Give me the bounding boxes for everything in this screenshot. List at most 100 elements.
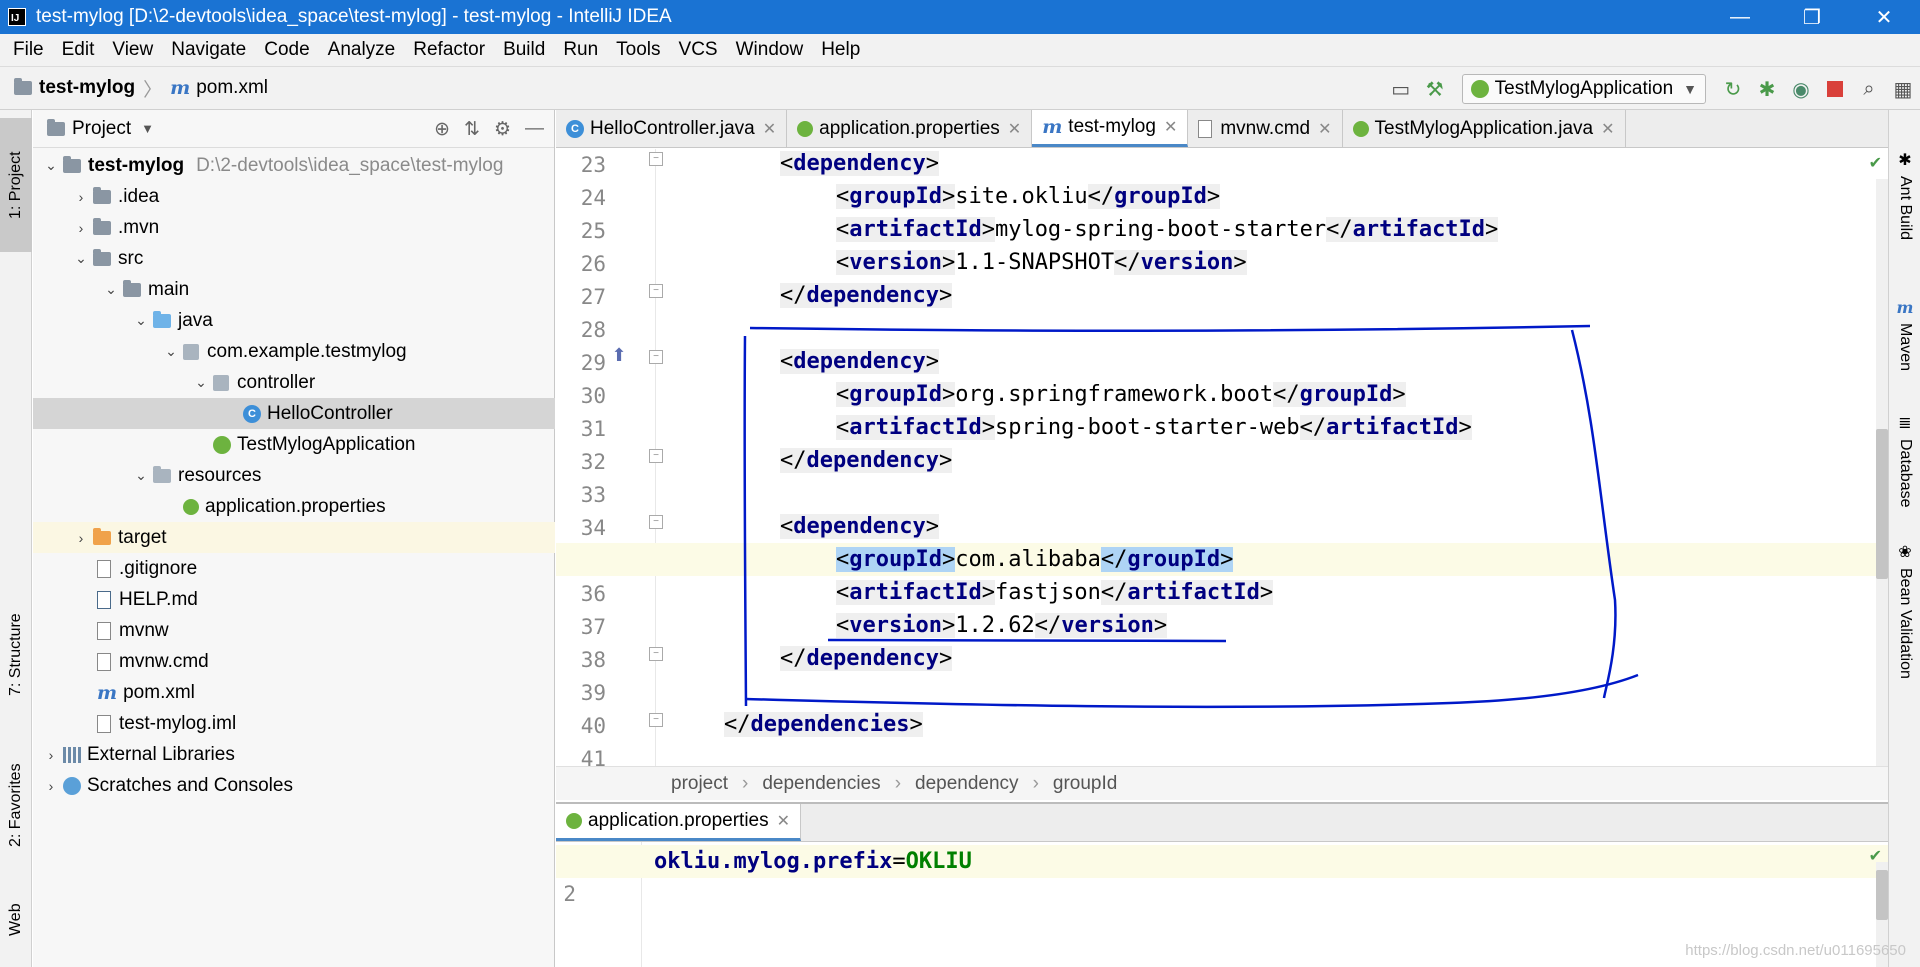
tree-item-root[interactable]: ⌄ test-mylog D:\2-devtools\idea_space\test… <box>33 150 555 181</box>
select-in-icon[interactable]: ▭ <box>1384 72 1418 106</box>
tree-item-iml[interactable]: test-mylog.iml <box>33 708 555 739</box>
tool-tab-maven[interactable]: m Maven <box>1889 280 1920 390</box>
tool-tab-favorites[interactable]: 2: Favorites <box>0 740 32 870</box>
close-tab-icon[interactable]: ✕ <box>1008 119 1021 139</box>
tree-item-mvnw[interactable]: mvnw <box>33 615 555 646</box>
chevron-right-icon[interactable]: › <box>69 189 93 205</box>
debug-icon[interactable]: ✱ <box>1750 72 1784 106</box>
menu-tools[interactable]: Tools <box>607 39 669 61</box>
tab-test-mylog[interactable]: m test-mylog ✕ <box>1032 110 1189 147</box>
code-line-38: </dependency> <box>780 646 953 671</box>
tool-tab-structure[interactable]: 7: Structure <box>0 590 32 720</box>
tree-item-mvn[interactable]: › .mvn <box>33 212 555 243</box>
menu-vcs[interactable]: VCS <box>670 39 727 61</box>
breadcrumb-item[interactable]: dependencies <box>762 773 880 795</box>
menu-view[interactable]: View <box>103 39 162 61</box>
restore-icon[interactable]: ❐ <box>1776 0 1848 34</box>
tree-item-target[interactable]: › target <box>33 522 555 553</box>
menu-help[interactable]: Help <box>812 39 869 61</box>
tree-item-controller[interactable]: ⌄ controller <box>33 367 555 398</box>
tree-item-java[interactable]: ⌄ java <box>33 305 555 336</box>
tab-application-properties[interactable]: application.properties ✕ <box>787 110 1033 147</box>
menu-analyze[interactable]: Analyze <box>319 39 405 61</box>
gear-icon[interactable]: ⚙ <box>494 118 511 141</box>
project-tool-window: Project ▼ ⊕ ⇅ ⚙ — ⌄ test-mylog D:\2-devtoo… <box>33 110 555 967</box>
menu-window[interactable]: Window <box>727 39 813 61</box>
tree-item-testmylogapplication[interactable]: TestMylogApplication <box>33 429 555 460</box>
tree-item-scratches[interactable]: › Scratches and Consoles <box>33 770 555 801</box>
chevron-right-icon[interactable]: › <box>39 778 63 794</box>
project-panel-title[interactable]: Project <box>72 118 131 140</box>
nav-project-crumb[interactable]: test-mylog <box>14 77 135 99</box>
chevron-down-icon[interactable]: ⌄ <box>159 343 183 360</box>
tree-item-pom-xml[interactable]: m pom.xml <box>33 677 555 708</box>
close-tab-icon[interactable]: ✕ <box>763 119 776 139</box>
tree-item-help-md[interactable]: HELP.md <box>33 584 555 615</box>
menu-file[interactable]: File <box>4 39 53 61</box>
chevron-down-icon[interactable]: ⌄ <box>129 312 153 329</box>
chevron-down-icon[interactable]: ⌄ <box>129 467 153 484</box>
tab-mvnw-cmd[interactable]: mvnw.cmd ✕ <box>1188 110 1343 147</box>
menu-run[interactable]: Run <box>554 39 607 61</box>
menu-build[interactable]: Build <box>494 39 554 61</box>
minimize-icon[interactable]: — <box>1704 0 1776 34</box>
locate-icon[interactable]: ⊕ <box>434 118 450 141</box>
class-icon: C <box>243 404 261 423</box>
menu-bar: File Edit View Navigate Code Analyze Ref… <box>0 34 1920 66</box>
nav-file-crumb[interactable]: m pom.xml <box>170 77 268 99</box>
close-icon[interactable]: ✕ <box>1848 0 1920 34</box>
tab-application-properties-lower[interactable]: application.properties ✕ <box>556 804 802 841</box>
pom-editor[interactable]: 23 24 25 26 27 28 29 30 31 32 33 34 35 3… <box>556 149 1888 766</box>
scrollbar-thumb[interactable] <box>1876 870 1888 920</box>
tree-item-hellocontroller[interactable]: C HelloController <box>33 398 555 429</box>
tool-tab-web[interactable]: Web <box>0 890 32 950</box>
close-tab-icon[interactable]: ✕ <box>777 811 790 831</box>
editor-scrollbar[interactable] <box>1876 179 1888 766</box>
tree-item-application-properties[interactable]: application.properties <box>33 491 555 522</box>
breadcrumb-item[interactable]: groupId <box>1053 773 1117 795</box>
close-tab-icon[interactable]: ✕ <box>1601 119 1614 139</box>
tool-tab-database[interactable]: ≣ Database <box>1889 400 1920 520</box>
close-tab-icon[interactable]: ✕ <box>1318 119 1331 139</box>
project-structure-icon[interactable]: ▦ <box>1886 72 1920 106</box>
search-icon[interactable]: ⌕ <box>1852 72 1886 106</box>
tree-item-gitignore[interactable]: .gitignore <box>33 553 555 584</box>
stop-icon[interactable] <box>1818 72 1852 106</box>
hide-icon[interactable]: — <box>525 118 544 140</box>
breadcrumb-item[interactable]: dependency <box>915 773 1019 795</box>
menu-edit[interactable]: Edit <box>53 39 104 61</box>
folder-icon <box>14 78 32 95</box>
tool-tab-bean-validation[interactable]: ❀ Bean Validation <box>1889 530 1920 690</box>
chevron-right-icon[interactable]: › <box>39 747 63 763</box>
chevron-down-icon[interactable]: ⌄ <box>39 157 63 174</box>
tool-tab-ant-build[interactable]: ✱ Ant Build <box>1889 120 1920 270</box>
tree-item-external-libraries[interactable]: › External Libraries <box>33 739 555 770</box>
menu-navigate[interactable]: Navigate <box>162 39 255 61</box>
chevron-down-icon[interactable]: ⌄ <box>69 250 93 267</box>
tree-item-src[interactable]: ⌄ src <box>33 243 555 274</box>
tree-item-mvnw-cmd[interactable]: mvnw.cmd <box>33 646 555 677</box>
tab-hellocontroller[interactable]: C HelloController.java ✕ <box>556 110 788 147</box>
run-configuration-select[interactable]: TestMylogApplication ▼ <box>1461 74 1706 104</box>
chevron-right-icon[interactable]: › <box>69 220 93 236</box>
run-with-coverage-icon[interactable]: ◉ <box>1784 72 1818 106</box>
chevron-down-icon[interactable]: ⌄ <box>99 281 123 298</box>
close-tab-icon[interactable]: ✕ <box>1164 117 1177 137</box>
breadcrumb-item[interactable]: project <box>671 773 728 795</box>
chevron-down-icon[interactable]: ▼ <box>141 121 154 136</box>
line-number: 2 <box>563 882 576 906</box>
build-hammer-icon[interactable]: ⚒ <box>1418 72 1452 106</box>
tree-item-resources[interactable]: ⌄ resources <box>33 460 555 491</box>
tree-item-idea[interactable]: › .idea <box>33 181 555 212</box>
tree-item-main[interactable]: ⌄ main <box>33 274 555 305</box>
tool-tab-project[interactable]: 1: Project <box>0 118 32 252</box>
tab-testmylogapplication[interactable]: TestMylogApplication.java ✕ <box>1343 110 1626 147</box>
menu-refactor[interactable]: Refactor <box>404 39 494 61</box>
menu-code[interactable]: Code <box>255 39 318 61</box>
tree-item-package[interactable]: ⌄ com.example.testmylog <box>33 336 555 367</box>
scrollbar-thumb[interactable] <box>1876 429 1888 579</box>
rerun-icon[interactable]: ↻ <box>1716 72 1750 106</box>
collapse-all-icon[interactable]: ⇅ <box>464 118 480 141</box>
chevron-down-icon[interactable]: ⌄ <box>189 374 213 391</box>
chevron-right-icon[interactable]: › <box>69 530 93 546</box>
